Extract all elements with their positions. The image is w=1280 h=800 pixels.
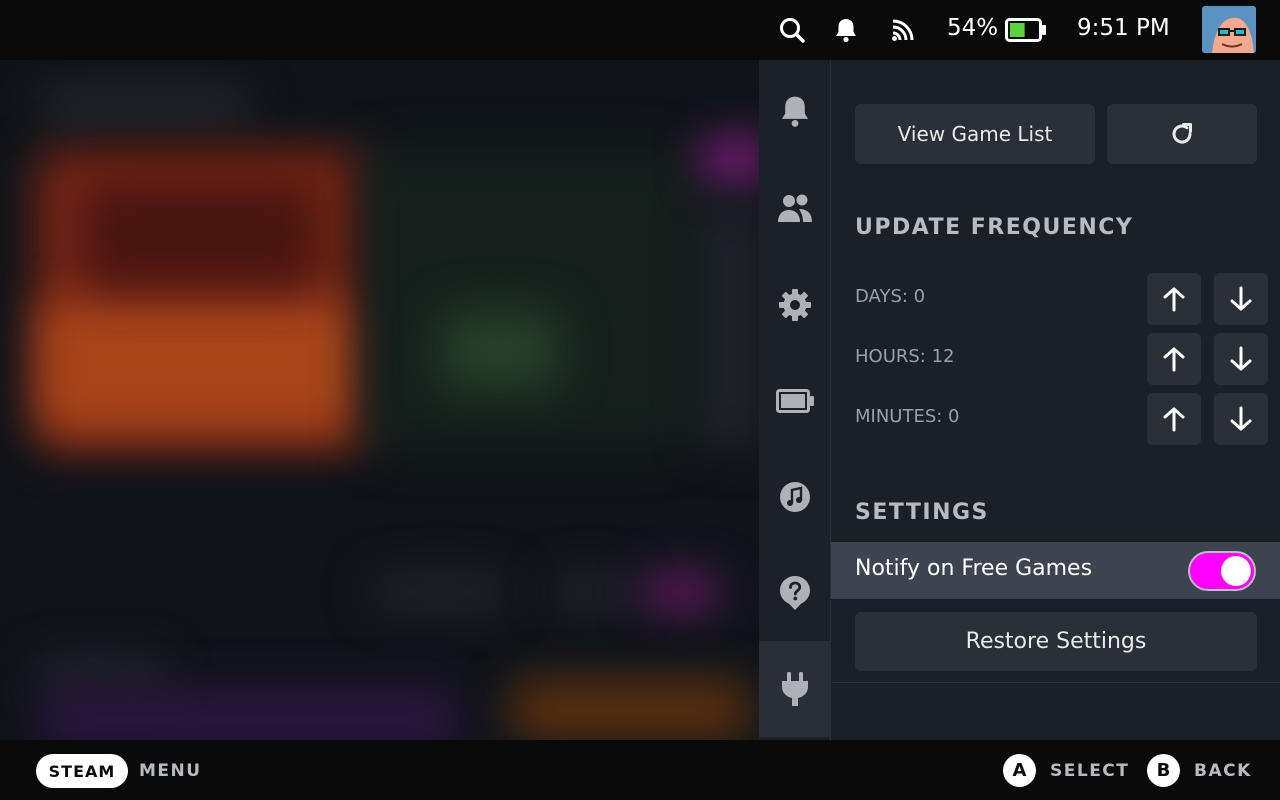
- notify-free-games-toggle[interactable]: [1188, 551, 1256, 591]
- select-label: SELECT: [1050, 761, 1130, 781]
- refresh-button[interactable]: [1107, 104, 1257, 164]
- b-button-glyph: B: [1147, 754, 1180, 787]
- clock: 9:51 PM: [1077, 15, 1170, 41]
- arrow-up-icon: [1163, 287, 1185, 312]
- refresh-icon: [1172, 123, 1192, 144]
- toggle-knob: [1221, 556, 1251, 586]
- arrow-down-icon: [1230, 406, 1252, 431]
- back-label: BACK: [1194, 761, 1252, 781]
- battery-icon[interactable]: [1005, 14, 1047, 46]
- arrow-down-icon: [1230, 346, 1252, 371]
- days-label: DAYS: 0: [855, 286, 926, 307]
- battery-percent: 54%: [947, 15, 999, 41]
- minutes-label: MINUTES: 0: [855, 406, 960, 427]
- steam-button[interactable]: STEAM: [36, 754, 128, 788]
- search-icon[interactable]: [777, 14, 807, 46]
- hours-label: HOURS: 12: [855, 346, 955, 367]
- gear-icon: [779, 289, 811, 321]
- rail-item-music[interactable]: [759, 449, 831, 545]
- notify-free-games-row[interactable]: Notify on Free Games: [831, 542, 1280, 599]
- rail-item-notifications[interactable]: [759, 63, 831, 159]
- help-icon: [780, 576, 810, 610]
- quick-access-rail: [759, 60, 831, 740]
- arrow-up-icon: [1163, 407, 1185, 432]
- settings-title: SETTINGS: [855, 500, 989, 525]
- avatar[interactable]: [1202, 6, 1256, 53]
- arrow-up-icon: [1163, 347, 1185, 372]
- rail-item-plugins[interactable]: [759, 641, 831, 737]
- rail-item-settings[interactable]: [759, 257, 831, 353]
- status-bar: 54% 9:51 PM: [0, 0, 1280, 60]
- bottom-bar: STEAM MENU A SELECT B BACK: [0, 740, 1280, 800]
- days-increase-button[interactable]: [1147, 273, 1201, 325]
- minutes-decrease-button[interactable]: [1214, 393, 1268, 445]
- hours-decrease-button[interactable]: [1214, 333, 1268, 385]
- bell-icon: [781, 96, 809, 127]
- hours-increase-button[interactable]: [1147, 333, 1201, 385]
- update-frequency-title: UPDATE FREQUENCY: [855, 215, 1134, 240]
- a-button-glyph: A: [1003, 754, 1036, 787]
- restore-settings-button[interactable]: Restore Settings: [855, 612, 1257, 671]
- battery-icon: [776, 389, 814, 413]
- view-game-list-button[interactable]: View Game List: [855, 104, 1095, 164]
- rail-item-help[interactable]: [759, 545, 831, 641]
- music-note-icon: [780, 482, 810, 512]
- days-decrease-button[interactable]: [1214, 273, 1268, 325]
- menu-label: MENU: [139, 761, 202, 781]
- plugin-panel: View Game List UPDATE FREQUENCY DAYS: 0 …: [831, 60, 1280, 740]
- wifi-icon[interactable]: [888, 14, 918, 46]
- friends-icon: [778, 194, 812, 222]
- background-library-view: [0, 60, 760, 740]
- bell-icon[interactable]: [831, 14, 861, 46]
- divider: [831, 682, 1280, 683]
- rail-item-friends[interactable]: [759, 160, 831, 256]
- minutes-increase-button[interactable]: [1147, 393, 1201, 445]
- notify-free-games-label: Notify on Free Games: [855, 556, 1093, 581]
- battery-fill: [1010, 23, 1025, 37]
- rail-item-performance[interactable]: [759, 353, 831, 449]
- plug-icon: [782, 672, 808, 706]
- arrow-down-icon: [1230, 286, 1252, 311]
